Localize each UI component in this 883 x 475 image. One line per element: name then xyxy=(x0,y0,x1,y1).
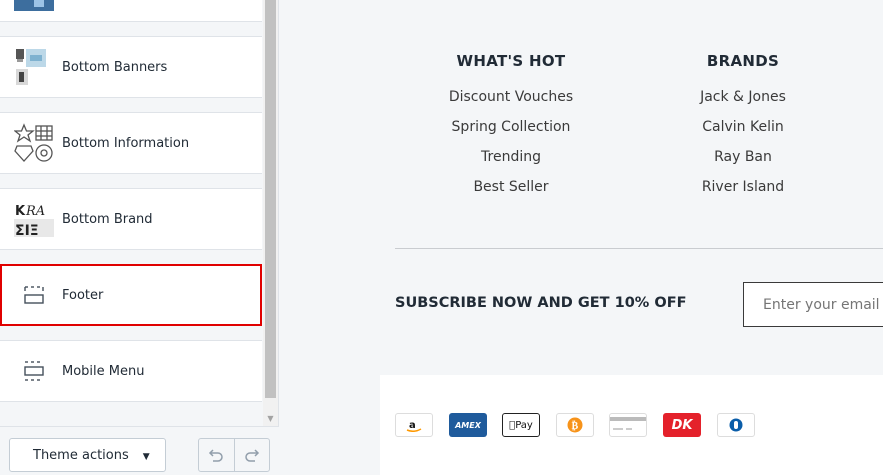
footer-link[interactable]: Jack & Jones xyxy=(643,82,843,112)
footer-link[interactable]: River Island xyxy=(643,172,843,202)
footer-link[interactable]: Trending xyxy=(411,142,611,172)
footer-section: WHAT'S HOT Discount Vouches Spring Colle… xyxy=(380,0,883,375)
caret-down-icon: ▼ xyxy=(142,452,150,462)
section-label: Footer xyxy=(62,287,104,303)
footer-column-whats-hot: WHAT'S HOT Discount Vouches Spring Colle… xyxy=(411,52,611,202)
diners-club-icon xyxy=(717,413,755,437)
undo-icon xyxy=(209,449,224,462)
theme-actions-label: Theme actions xyxy=(33,447,129,463)
sections-sidebar: Bottom Banners Bottom Information K RA Σ… xyxy=(0,0,279,475)
sidebar-scrollbar[interactable]: ▼ xyxy=(263,0,278,426)
footer-divider xyxy=(395,248,883,249)
section-item-footer[interactable]: Footer xyxy=(0,264,262,326)
footer-layout-icon xyxy=(14,275,54,315)
sidebar-footer-bar: Theme actions ▼ xyxy=(0,426,279,475)
section-thumbnail xyxy=(14,0,54,20)
svg-text:ΣIΞ: ΣIΞ xyxy=(15,223,39,239)
section-item-mobile-menu[interactable]: Mobile Menu xyxy=(0,340,262,402)
dankort-icon: DK xyxy=(663,413,701,437)
footer-column-brands: BRANDS Jack & Jones Calvin Kelin Ray Ban… xyxy=(643,52,843,202)
banners-thumbnail-icon xyxy=(14,47,54,87)
svg-text:a: a xyxy=(409,420,416,431)
svg-text:RA: RA xyxy=(25,204,45,219)
column-title: BRANDS xyxy=(706,52,780,70)
section-item-bottom-banners[interactable]: Bottom Banners xyxy=(0,36,262,98)
generic-card-icon xyxy=(609,413,647,437)
undo-button[interactable] xyxy=(199,439,234,471)
amazon-pay-icon: a xyxy=(395,413,433,437)
section-list: Bottom Banners Bottom Information K RA Σ… xyxy=(0,0,263,426)
section-label: Mobile Menu xyxy=(62,363,145,379)
footer-link[interactable]: Spring Collection xyxy=(411,112,611,142)
section-label: Bottom Information xyxy=(62,135,190,151)
section-item-bottom-information[interactable]: Bottom Information xyxy=(0,112,262,174)
section-label: Bottom Banners xyxy=(62,59,168,75)
svg-text:₿: ₿ xyxy=(572,420,579,432)
footer-link[interactable]: Discount Vouches xyxy=(411,82,611,112)
photo-thumbnail-icon xyxy=(14,0,54,11)
section-label: Bottom Brand xyxy=(62,211,153,227)
scroll-down-arrow-icon[interactable]: ▼ xyxy=(265,414,276,424)
footer-link[interactable]: Best Seller xyxy=(411,172,611,202)
theme-editor: Bottom Banners Bottom Information K RA Σ… xyxy=(0,0,883,475)
apple-pay-icon: Pay xyxy=(502,413,540,437)
subscribe-heading: SUBSCRIBE NOW AND GET 10% OFF xyxy=(395,295,687,311)
mobile-menu-layout-icon xyxy=(14,351,54,391)
column-title: WHAT'S HOT xyxy=(456,52,566,70)
amex-icon: AMEX xyxy=(449,413,487,437)
section-item-partial[interactable] xyxy=(0,0,262,22)
store-preview: WHAT'S HOT Discount Vouches Spring Colle… xyxy=(280,0,883,475)
scrollbar-thumb[interactable] xyxy=(265,0,276,398)
apple-pay-label: Pay xyxy=(512,419,533,431)
bitcoin-icon: ₿ xyxy=(556,413,594,437)
svg-text:K: K xyxy=(15,204,26,219)
preview-page: WHAT'S HOT Discount Vouches Spring Colle… xyxy=(380,0,883,475)
footer-link[interactable]: Ray Ban xyxy=(643,142,843,172)
redo-icon xyxy=(245,449,260,462)
section-item-bottom-brand[interactable]: K RA ΣIΞ Bottom Brand xyxy=(0,188,262,250)
theme-actions-button[interactable]: Theme actions ▼ xyxy=(9,438,166,472)
footer-link[interactable]: Calvin Kelin xyxy=(643,112,843,142)
undo-redo-group xyxy=(198,438,270,472)
email-input[interactable] xyxy=(743,282,883,327)
information-thumbnail-icon xyxy=(14,123,54,163)
brand-thumbnail-icon: K RA ΣIΞ xyxy=(14,199,54,239)
redo-button[interactable] xyxy=(233,439,269,471)
